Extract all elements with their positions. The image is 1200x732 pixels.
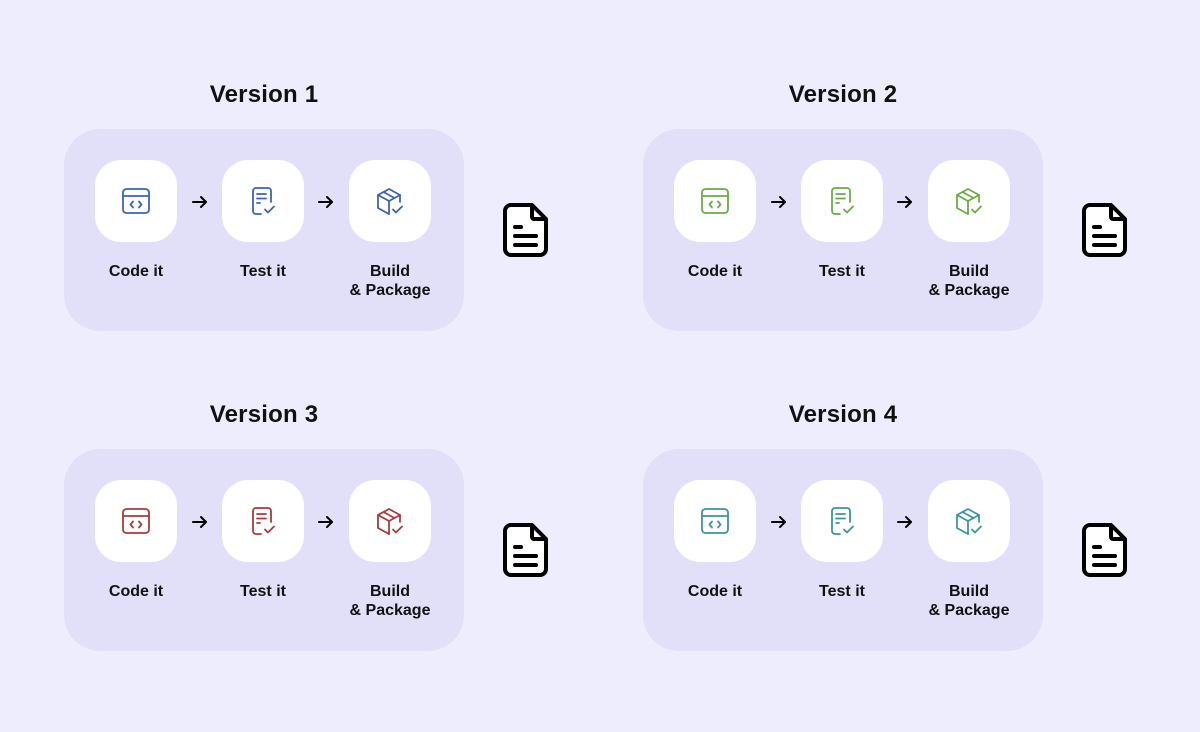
step-code: Code it bbox=[95, 480, 177, 601]
step-label: Build & Package bbox=[908, 582, 1030, 620]
step-code: Code it bbox=[674, 480, 756, 601]
step-tile bbox=[95, 480, 177, 562]
document-icon bbox=[503, 523, 548, 577]
step-label-line: & Package bbox=[928, 602, 1010, 619]
step-tile bbox=[801, 480, 883, 562]
document-icon bbox=[1082, 203, 1127, 257]
step-tile bbox=[928, 480, 1010, 562]
step-label: Test it bbox=[240, 583, 286, 600]
step-label: Code it bbox=[687, 263, 743, 280]
step-label: Code it bbox=[108, 583, 164, 600]
code-window-icon bbox=[701, 508, 729, 534]
package-check-icon bbox=[956, 188, 982, 215]
step-label: Build & Package bbox=[329, 582, 451, 620]
step-label: Code it bbox=[108, 263, 164, 280]
step-label-line: Build bbox=[370, 263, 410, 280]
step-tile bbox=[928, 160, 1010, 242]
step-build: Build & Package bbox=[928, 480, 1010, 620]
step-code: Code it bbox=[674, 160, 756, 281]
arrow-right-icon bbox=[771, 516, 786, 528]
arrow-right-icon bbox=[318, 516, 333, 528]
step-tile bbox=[674, 480, 756, 562]
step-code: Code it bbox=[95, 160, 177, 281]
step-tile bbox=[222, 480, 304, 562]
step-tile bbox=[349, 480, 431, 562]
step-tile bbox=[222, 160, 304, 242]
step-test: Test it bbox=[222, 480, 304, 601]
step-test: Test it bbox=[801, 480, 883, 601]
arrow-right-icon bbox=[897, 196, 912, 208]
version-title: Version 2 bbox=[788, 81, 898, 108]
pipeline-panel: Code it Test it Build & Package bbox=[643, 129, 1043, 331]
version-title: Version 3 bbox=[209, 401, 319, 428]
step-build: Build & Package bbox=[349, 160, 431, 300]
step-tile bbox=[349, 160, 431, 242]
code-window-icon bbox=[122, 188, 150, 214]
arrow-right-icon bbox=[318, 196, 333, 208]
step-test: Test it bbox=[801, 160, 883, 281]
step-label-line: Build bbox=[949, 583, 989, 600]
pipeline-panel: Code it Test it Build & Package bbox=[643, 449, 1043, 651]
package-check-icon bbox=[377, 188, 403, 215]
checklist-document-icon bbox=[831, 507, 854, 535]
checklist-document-icon bbox=[252, 507, 275, 535]
step-label: Build & Package bbox=[329, 262, 451, 300]
step-build: Build & Package bbox=[349, 480, 431, 620]
step-build: Build & Package bbox=[928, 160, 1010, 300]
step-label-line: & Package bbox=[349, 282, 431, 299]
step-label: Test it bbox=[819, 583, 865, 600]
arrow-right-icon bbox=[192, 196, 207, 208]
checklist-document-icon bbox=[831, 187, 854, 215]
step-label: Test it bbox=[240, 263, 286, 280]
pipeline-panel: Code it Test it Build & Package bbox=[64, 449, 464, 651]
step-label: Code it bbox=[687, 583, 743, 600]
package-check-icon bbox=[956, 508, 982, 535]
step-tile bbox=[801, 160, 883, 242]
step-label-line: Build bbox=[370, 583, 410, 600]
code-window-icon bbox=[122, 508, 150, 534]
arrow-right-icon bbox=[897, 516, 912, 528]
arrow-right-icon bbox=[192, 516, 207, 528]
step-label: Test it bbox=[819, 263, 865, 280]
code-window-icon bbox=[701, 188, 729, 214]
document-icon bbox=[503, 203, 548, 257]
package-check-icon bbox=[377, 508, 403, 535]
step-tile bbox=[674, 160, 756, 242]
version-title: Version 1 bbox=[209, 81, 319, 108]
document-icon bbox=[1082, 523, 1127, 577]
arrow-right-icon bbox=[771, 196, 786, 208]
step-label-line: & Package bbox=[349, 602, 431, 619]
step-label-line: Build bbox=[949, 263, 989, 280]
step-test: Test it bbox=[222, 160, 304, 281]
pipeline-panel: Code it Test it Build & Package bbox=[64, 129, 464, 331]
step-tile bbox=[95, 160, 177, 242]
step-label-line: & Package bbox=[928, 282, 1010, 299]
version-title: Version 4 bbox=[788, 401, 898, 428]
checklist-document-icon bbox=[252, 187, 275, 215]
step-label: Build & Package bbox=[908, 262, 1030, 300]
